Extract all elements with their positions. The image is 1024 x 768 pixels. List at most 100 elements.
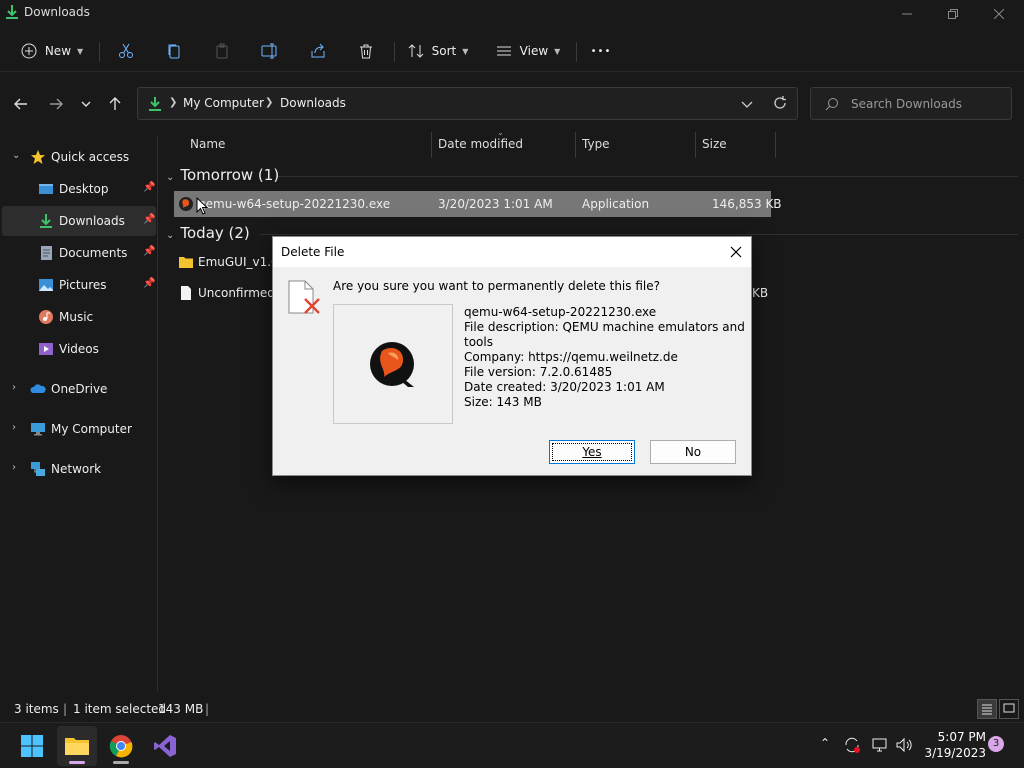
maximize-button[interactable] bbox=[930, 0, 976, 28]
rename-button[interactable] bbox=[256, 36, 284, 66]
address-bar[interactable]: ❯ My Computer ❯ Downloads bbox=[137, 87, 798, 120]
restore-icon bbox=[948, 9, 958, 19]
toolbar-divider bbox=[394, 42, 395, 62]
taskbar-file-explorer[interactable] bbox=[57, 726, 97, 766]
column-divider[interactable] bbox=[775, 132, 776, 158]
clock-date: 3/19/2023 bbox=[924, 746, 986, 760]
column-divider[interactable] bbox=[575, 132, 576, 158]
group-header-today[interactable]: ⌄ Today (2) bbox=[166, 224, 250, 242]
taskbar-chrome[interactable] bbox=[101, 726, 141, 766]
clock[interactable]: 5:07 PM 3/19/2023 bbox=[920, 729, 986, 761]
column-header-type[interactable]: Type bbox=[582, 137, 610, 151]
recent-locations-button[interactable] bbox=[73, 92, 99, 116]
cloud-icon bbox=[30, 384, 46, 393]
visual-studio-icon bbox=[154, 735, 176, 757]
file-info: qemu-w64-setup-20221230.exe File descrip… bbox=[464, 305, 751, 410]
file-size: KB bbox=[752, 286, 769, 300]
folder-icon bbox=[179, 257, 193, 268]
info-description: File description: QEMU machine emulators… bbox=[464, 320, 745, 349]
sort-label: Sort bbox=[431, 44, 457, 58]
yes-label: Yes bbox=[582, 445, 602, 459]
group-header-tomorrow[interactable]: ⌄ Tomorrow (1) bbox=[166, 166, 279, 184]
copy-button[interactable] bbox=[160, 36, 188, 66]
sidebar-item-videos[interactable]: Videos bbox=[2, 334, 156, 364]
search-input[interactable]: Search Downloads bbox=[810, 87, 1012, 120]
breadcrumb-my-computer[interactable]: My Computer bbox=[183, 96, 264, 110]
breadcrumb-downloads[interactable]: Downloads bbox=[280, 96, 346, 110]
back-button[interactable] bbox=[8, 92, 34, 116]
details-view-icon bbox=[982, 704, 992, 715]
more-options-button[interactable]: ••• bbox=[586, 36, 616, 66]
minimize-button[interactable] bbox=[884, 0, 930, 28]
column-header-date-modified[interactable]: Date modified bbox=[438, 137, 523, 151]
notification-badge[interactable]: 3 bbox=[988, 736, 1004, 752]
column-divider[interactable] bbox=[431, 132, 432, 158]
chevron-right-icon[interactable]: › bbox=[12, 462, 16, 473]
desktop-icon bbox=[39, 184, 53, 194]
sidebar-item-my-computer[interactable]: › My Computer bbox=[2, 414, 156, 444]
details-view-button[interactable] bbox=[977, 699, 997, 719]
search-icon bbox=[825, 98, 838, 111]
sidebar-item-label: Network bbox=[51, 462, 102, 476]
sidebar-item-pictures[interactable]: Pictures 📌 bbox=[2, 270, 156, 300]
running-indicator bbox=[69, 761, 85, 764]
sidebar-item-network[interactable]: › Network bbox=[2, 454, 156, 484]
column-header-name[interactable]: Name bbox=[190, 137, 225, 151]
chevron-down-icon[interactable] bbox=[741, 99, 753, 109]
start-button[interactable] bbox=[12, 726, 52, 766]
qemu-app-icon bbox=[179, 197, 193, 211]
videos-icon bbox=[39, 343, 53, 355]
chevron-down-icon: ▼ bbox=[462, 46, 469, 56]
taskbar-visual-studio[interactable] bbox=[145, 726, 185, 766]
share-button[interactable] bbox=[304, 36, 332, 66]
chevron-right-icon[interactable]: › bbox=[12, 422, 16, 433]
column-divider[interactable] bbox=[695, 132, 696, 158]
download-icon bbox=[149, 97, 161, 111]
sort-icon bbox=[408, 44, 423, 58]
volume-icon[interactable] bbox=[895, 736, 913, 754]
up-button[interactable] bbox=[102, 92, 128, 116]
sidebar-item-documents[interactable]: Documents 📌 bbox=[2, 238, 156, 268]
sidebar-item-onedrive[interactable]: › OneDrive bbox=[2, 374, 156, 404]
network-status-icon[interactable] bbox=[871, 736, 889, 754]
selection-count: 1 item selected bbox=[73, 702, 167, 716]
show-hidden-icons-chevron-up-icon[interactable]: ⌃ bbox=[820, 736, 830, 750]
music-icon bbox=[39, 310, 53, 324]
sidebar-item-desktop[interactable]: Desktop 📌 bbox=[2, 174, 156, 204]
minimize-icon bbox=[902, 13, 912, 15]
file-type: Application bbox=[582, 197, 650, 211]
pin-icon: 📌 bbox=[143, 182, 156, 193]
plus-circle-icon bbox=[21, 43, 37, 59]
chevron-down-icon[interactable]: ⌄ bbox=[12, 150, 20, 161]
info-date-created: Date created: 3/20/2023 1:01 AM bbox=[464, 380, 665, 394]
cut-button[interactable] bbox=[112, 36, 140, 66]
yes-button[interactable]: Yes bbox=[549, 440, 635, 464]
close-button[interactable] bbox=[976, 0, 1022, 28]
forward-button[interactable] bbox=[43, 92, 69, 116]
delete-button[interactable] bbox=[352, 36, 380, 66]
sync-icon[interactable] bbox=[843, 736, 861, 754]
sidebar-item-label: Documents bbox=[59, 246, 128, 260]
delete-icon bbox=[360, 44, 372, 59]
sort-button[interactable]: Sort ▼ bbox=[404, 36, 472, 66]
sidebar-item-music[interactable]: Music bbox=[2, 302, 156, 332]
file-name: Unconfirmed bbox=[198, 286, 275, 300]
view-button[interactable]: View ▼ bbox=[492, 36, 564, 66]
column-header-size[interactable]: Size bbox=[702, 137, 727, 151]
thumbnail-view-button[interactable] bbox=[999, 699, 1019, 719]
paste-button[interactable] bbox=[208, 36, 236, 66]
title-bar: Downloads bbox=[0, 0, 1024, 28]
refresh-icon[interactable] bbox=[773, 96, 787, 110]
dialog-close-button[interactable] bbox=[721, 237, 751, 267]
table-row[interactable]: qemu-w64-setup-20221230.exe 3/20/2023 1:… bbox=[174, 191, 782, 217]
sidebar-item-quick-access[interactable]: ⌄ Quick access bbox=[2, 142, 156, 172]
breadcrumb-separator-icon: ❯ bbox=[169, 97, 178, 108]
new-button[interactable]: New ▼ bbox=[14, 36, 90, 66]
sidebar-item-downloads[interactable]: Downloads 📌 bbox=[2, 206, 156, 236]
selection-size: 143 MB bbox=[158, 702, 204, 716]
qemu-logo-icon bbox=[370, 342, 414, 387]
chevron-down-icon: ▼ bbox=[77, 46, 84, 56]
no-button[interactable]: No bbox=[650, 440, 736, 464]
delete-file-dialog: Delete File Are you sure you want to per… bbox=[272, 236, 752, 476]
chevron-right-icon[interactable]: › bbox=[12, 382, 16, 393]
